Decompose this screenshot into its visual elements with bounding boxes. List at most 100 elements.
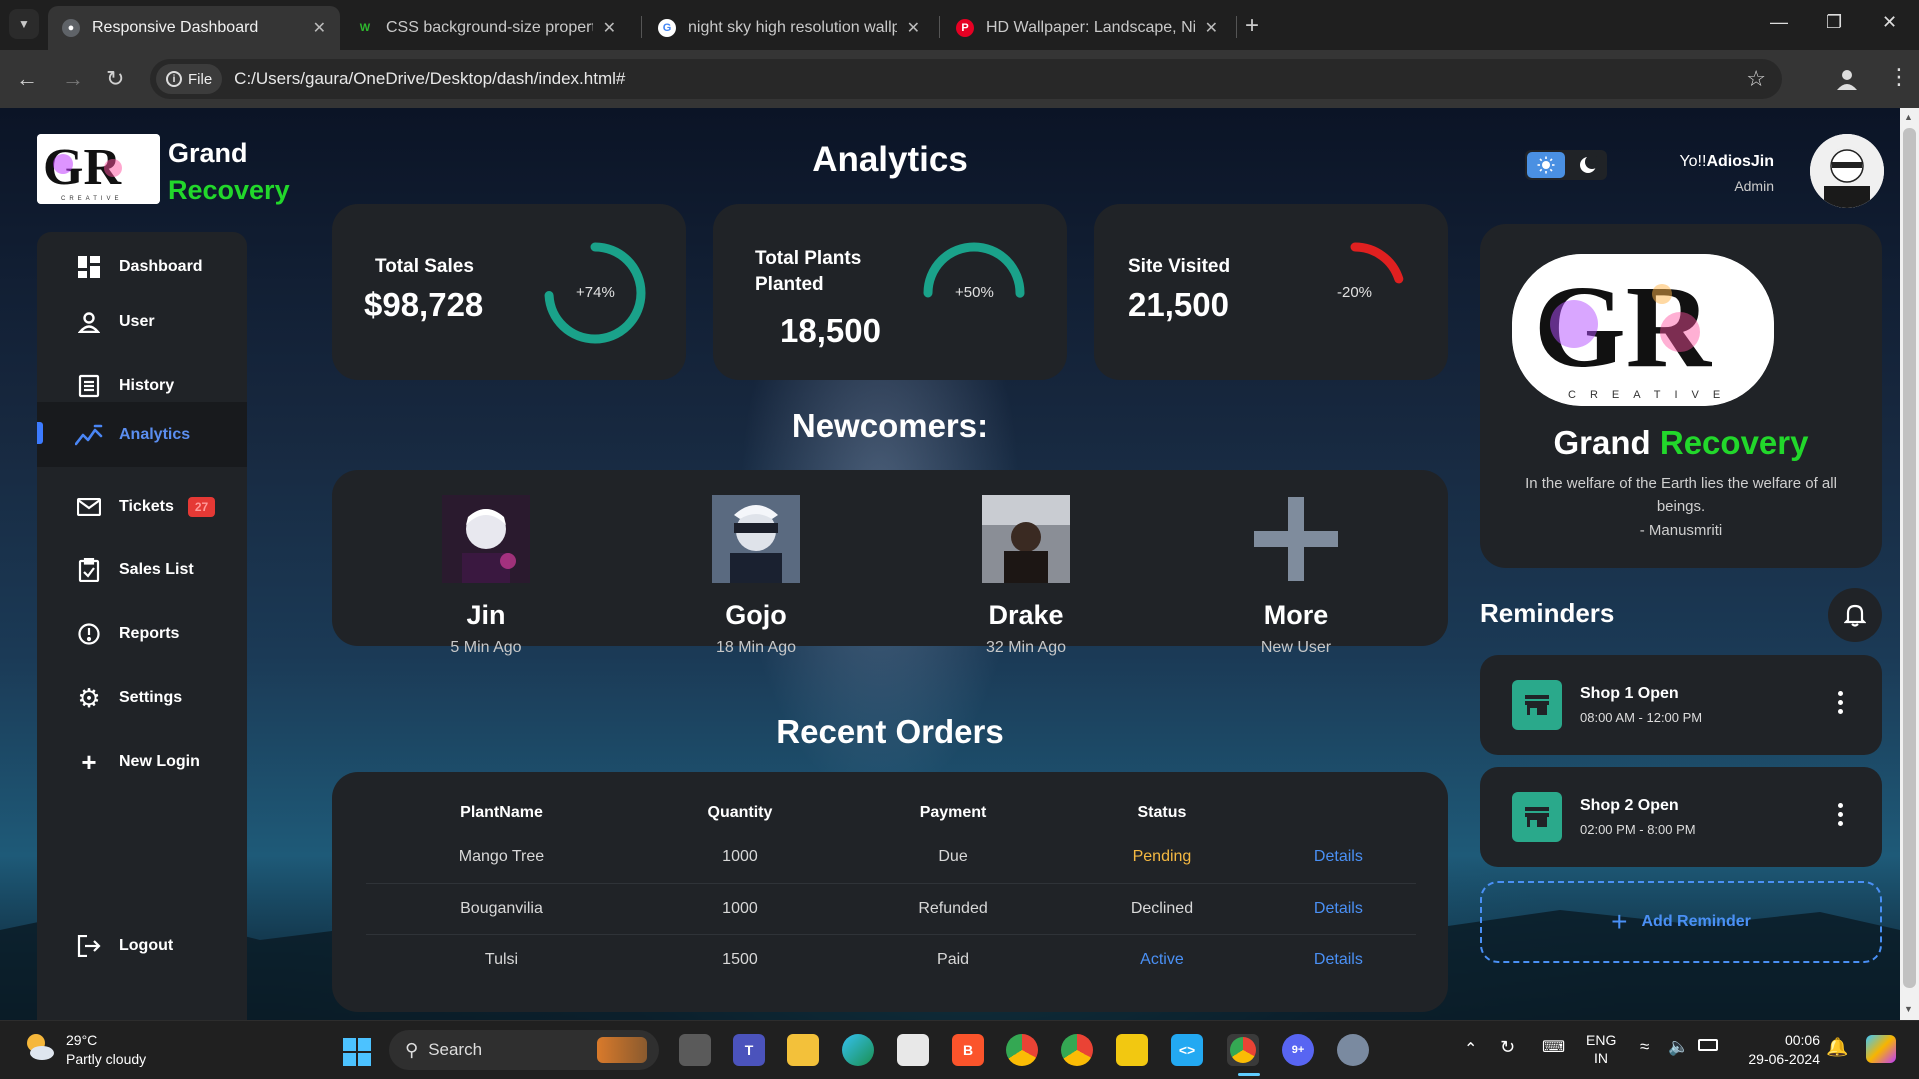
wifi-icon[interactable]: ≈ xyxy=(1640,1037,1649,1057)
search-highlight-icon xyxy=(597,1037,647,1063)
sidebar-item-settings[interactable]: ⚙ Settings xyxy=(37,668,247,728)
tab-responsive-dashboard[interactable]: ● Responsive Dashboard ✕ xyxy=(48,6,340,50)
sidebar-item-dashboard[interactable]: Dashboard xyxy=(37,237,247,297)
sync-icon[interactable]: ↻ xyxy=(1500,1037,1515,1058)
stat-change: +74% xyxy=(576,284,615,301)
scrollbar-thumb[interactable] xyxy=(1903,128,1916,988)
chrome-profile-icon[interactable] xyxy=(1006,1034,1038,1066)
show-hidden-icons[interactable]: ⌃ xyxy=(1464,1039,1477,1059)
tab-search-button[interactable]: ▼ xyxy=(9,9,39,39)
stat-change: +50% xyxy=(955,284,994,301)
details-link[interactable]: Details xyxy=(1260,832,1416,884)
newcomer-jin[interactable]: Jin 5 Min Ago xyxy=(386,495,586,657)
cell-qty: 1000 xyxy=(637,883,843,935)
recent-orders-card: PlantName Quantity Payment Status Mango … xyxy=(332,772,1448,1012)
copilot-icon[interactable] xyxy=(1866,1035,1896,1063)
brave-icon[interactable]: B xyxy=(952,1034,984,1066)
newcomer-time: 32 Min Ago xyxy=(985,639,1067,656)
power-bi-icon[interactable] xyxy=(1116,1034,1148,1066)
scroll-up-arrow-icon[interactable]: ▲ xyxy=(1904,112,1913,122)
sidebar-item-tickets[interactable]: Tickets 27 xyxy=(37,477,247,537)
chrome-profile-icon[interactable] xyxy=(1061,1034,1093,1066)
sidebar-item-reports[interactable]: Reports xyxy=(37,604,247,664)
page-viewport: GR CREATIVE Grand Recovery Dashboard Use… xyxy=(0,108,1900,1020)
add-reminder-button[interactable]: + Add Reminder xyxy=(1480,881,1882,963)
stat-value: $98,728 xyxy=(364,286,484,323)
browser-menu-icon[interactable]: ⋮ xyxy=(1888,64,1910,90)
url-text[interactable]: C:/Users/gaura/OneDrive/Desktop/dash/ind… xyxy=(234,69,625,89)
task-view-icon[interactable] xyxy=(679,1034,711,1066)
address-bar[interactable]: i File C:/Users/gaura/OneDrive/Desktop/d… xyxy=(150,59,1782,99)
table-header-row: PlantName Quantity Payment Status xyxy=(366,794,1416,832)
tab-hd-wallpaper[interactable]: P HD Wallpaper: Landscape, Nigh ✕ xyxy=(942,6,1232,50)
keyboard-icon[interactable]: ⌨ xyxy=(1542,1037,1565,1057)
sidebar-item-new-login[interactable]: + New Login xyxy=(37,732,247,792)
newcomer-more[interactable]: More New User xyxy=(1196,495,1396,657)
forward-button[interactable]: → xyxy=(62,66,84,92)
theme-toggle[interactable] xyxy=(1525,150,1607,180)
close-tab-icon[interactable]: ✕ xyxy=(603,18,616,38)
logout-icon xyxy=(75,932,103,960)
moon-icon[interactable] xyxy=(1573,152,1603,178)
cell-payment: Due xyxy=(842,832,1064,884)
tab-night-sky[interactable]: G night sky high resolution wallpa ✕ xyxy=(644,6,934,50)
more-options-icon[interactable] xyxy=(1838,691,1844,718)
taskbar-search[interactable]: ⚲ Search xyxy=(389,1030,659,1070)
recent-orders-title: Recent Orders xyxy=(776,713,1004,750)
details-link[interactable]: Details xyxy=(1260,883,1416,935)
settings-app-icon[interactable] xyxy=(1337,1034,1369,1066)
brand-name-line1: Grand xyxy=(168,138,248,168)
notification-bell-icon[interactable]: 🔔 xyxy=(1826,1037,1848,1058)
file-explorer-icon[interactable] xyxy=(787,1034,819,1066)
dashboard-icon xyxy=(75,253,103,281)
tab-css-background-size[interactable]: W CSS background-size property ✕ xyxy=(342,6,630,50)
teams-icon[interactable]: T xyxy=(733,1034,765,1066)
page-scrollbar[interactable]: ▲ ▼ xyxy=(1900,108,1919,1020)
store-icon[interactable] xyxy=(897,1034,929,1066)
sun-icon[interactable] xyxy=(1527,152,1565,178)
close-tab-icon[interactable]: ✕ xyxy=(1205,18,1218,38)
profile-icon[interactable] xyxy=(1834,66,1860,92)
cell-plant: Mango Tree xyxy=(366,832,637,884)
sidebar-item-sales-list[interactable]: Sales List xyxy=(37,540,247,600)
sidebar-item-logout[interactable]: Logout xyxy=(37,916,247,976)
weather-widget[interactable]: 29°C Partly cloudy xyxy=(22,1031,146,1069)
vscode-icon[interactable]: <> xyxy=(1171,1034,1203,1066)
reminder-title: Shop 2 Open xyxy=(1580,797,1679,814)
edge-icon[interactable] xyxy=(842,1034,874,1066)
details-link[interactable]: Details xyxy=(1261,934,1416,985)
sidebar-item-user[interactable]: User xyxy=(37,292,247,352)
close-window-button[interactable]: ✕ xyxy=(1882,12,1897,33)
scroll-down-arrow-icon[interactable]: ▼ xyxy=(1904,1004,1913,1014)
new-tab-button[interactable]: + xyxy=(1245,12,1259,40)
cell-status: Declined xyxy=(1063,883,1261,935)
avatar[interactable] xyxy=(1810,134,1884,208)
newcomer-drake[interactable]: Drake 32 Min Ago xyxy=(926,495,1126,657)
site-info-chip[interactable]: i File xyxy=(156,64,223,94)
close-tab-icon[interactable]: ✕ xyxy=(313,18,326,38)
bell-icon[interactable] xyxy=(1828,588,1882,642)
close-tab-icon[interactable]: ✕ xyxy=(907,18,920,38)
chrome-active-icon[interactable] xyxy=(1227,1034,1259,1066)
sidebar-item-analytics[interactable]: Analytics xyxy=(37,402,247,467)
discord-icon[interactable]: 9+ xyxy=(1282,1034,1314,1066)
gear-icon: ⚙ xyxy=(77,682,101,713)
language-indicator[interactable]: ENG IN xyxy=(1586,1031,1616,1067)
reminder-item[interactable]: Shop 1 Open 08:00 AM - 12:00 PM xyxy=(1480,655,1882,755)
battery-icon[interactable] xyxy=(1698,1039,1718,1051)
newcomer-gojo[interactable]: Gojo 18 Min Ago xyxy=(656,495,856,657)
bookmark-star-icon[interactable]: ☆ xyxy=(1746,66,1766,92)
info-icon: i xyxy=(166,71,182,87)
more-options-icon[interactable] xyxy=(1838,803,1844,830)
windows-start-icon[interactable] xyxy=(343,1038,371,1066)
column-header: PlantName xyxy=(460,804,543,821)
back-button[interactable]: ← xyxy=(16,66,38,92)
volume-icon[interactable]: 🔈 xyxy=(1668,1037,1689,1057)
temperature: 29°C xyxy=(66,1032,98,1048)
reminder-item[interactable]: Shop 2 Open 02:00 PM - 8:00 PM xyxy=(1480,767,1882,867)
restore-button[interactable]: ❐ xyxy=(1826,12,1842,33)
clock[interactable]: 00:06 29-06-2024 xyxy=(1730,1031,1820,1069)
reload-button[interactable]: ↻ xyxy=(106,66,124,92)
table-row: Bouganvilia 1000 Refunded Declined Detai… xyxy=(366,883,1416,935)
minimize-button[interactable]: — xyxy=(1770,12,1788,33)
